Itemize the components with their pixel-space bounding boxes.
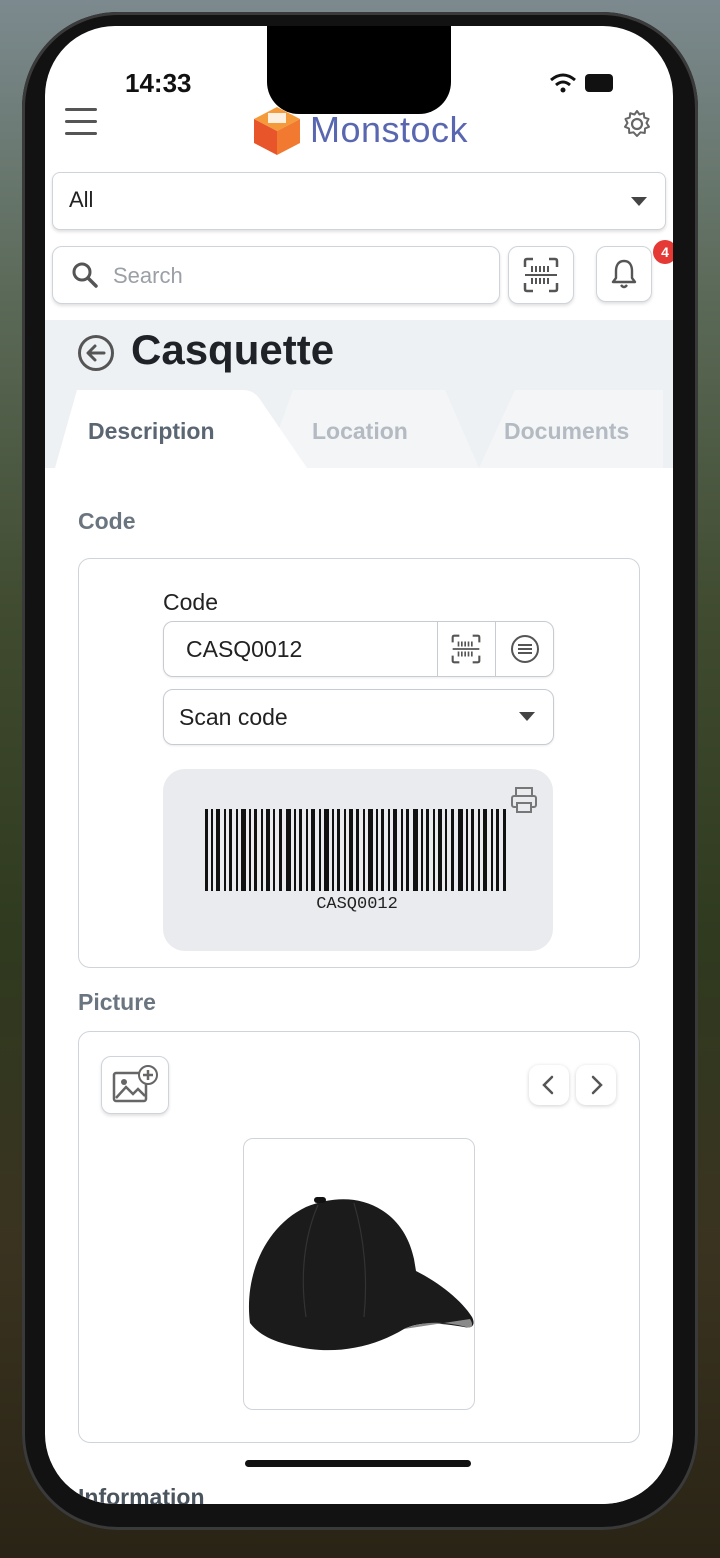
- tab-documents[interactable]: Documents: [485, 390, 663, 468]
- tab-bar: Description Location Documents: [55, 390, 663, 468]
- status-bar: 14:33: [45, 26, 673, 114]
- description-panel: Code Code CASQ0012 Scan code CASQ0012 Pi…: [57, 468, 661, 1504]
- notifications-button[interactable]: [596, 246, 652, 302]
- tab-location[interactable]: Location: [295, 390, 475, 468]
- search-box[interactable]: [52, 246, 500, 304]
- barcode-preview: CASQ0012: [163, 769, 553, 951]
- chevron-left-icon: [542, 1075, 554, 1095]
- page-title: Casquette: [131, 326, 335, 373]
- brand-logo[interactable]: Monstock: [250, 104, 468, 156]
- tab-location-label: Location: [312, 418, 408, 444]
- previous-picture-button[interactable]: [529, 1065, 569, 1105]
- list-circle-icon: [511, 635, 539, 663]
- chevron-down-icon: [631, 197, 647, 206]
- logo-text: Monstock: [310, 109, 469, 150]
- tab-description-label: Description: [88, 418, 215, 444]
- chevron-down-icon: [519, 712, 535, 721]
- picture-section-title: Picture: [78, 989, 156, 1015]
- barcode-image: [205, 809, 506, 891]
- code-input-group: CASQ0012: [163, 621, 554, 677]
- search-input[interactable]: [111, 257, 485, 295]
- cap-image: [248, 1197, 474, 1351]
- settings-gear-icon[interactable]: [621, 108, 653, 140]
- barcode-scan-icon: [523, 257, 559, 293]
- home-indicator: [245, 1460, 471, 1467]
- add-image-icon: [112, 1065, 158, 1103]
- barcode-text: CASQ0012: [316, 895, 398, 914]
- add-picture-button[interactable]: [101, 1056, 169, 1114]
- menu-icon[interactable]: [65, 108, 97, 136]
- code-card: Code CASQ0012 Scan code CASQ0012: [78, 558, 640, 968]
- filter-selected-value: All: [69, 187, 94, 212]
- information-section-title: Information: [78, 1484, 205, 1504]
- app-header: Monstock: [45, 86, 673, 166]
- scan-barcode-button[interactable]: [508, 246, 574, 304]
- print-icon[interactable]: [509, 785, 539, 815]
- barcode-scan-icon: [451, 634, 481, 664]
- code-input[interactable]: CASQ0012: [186, 636, 302, 663]
- scan-mode-value: Scan code: [179, 704, 288, 730]
- product-picture-frame[interactable]: [243, 1138, 475, 1410]
- tab-documents-label: Documents: [504, 418, 630, 444]
- scan-mode-dropdown[interactable]: Scan code: [163, 689, 554, 745]
- notification-count-badge: 4: [653, 240, 673, 264]
- code-section-title: Code: [78, 508, 136, 534]
- next-picture-button[interactable]: [576, 1065, 616, 1105]
- tab-description[interactable]: Description: [55, 390, 295, 468]
- picture-card: [78, 1031, 640, 1443]
- app-screen: 14:33 Monstock All Search 4 Casquette De…: [45, 26, 673, 1504]
- page-title-bar: Casquette Description Location Documents: [45, 320, 673, 468]
- code-list-button[interactable]: [495, 622, 554, 676]
- search-icon: [72, 262, 98, 288]
- bell-icon: [611, 259, 637, 289]
- chevron-right-icon: [591, 1075, 603, 1095]
- back-arrow-icon[interactable]: [77, 334, 115, 372]
- monstock-logo-icon: [254, 107, 300, 155]
- code-field-label: Code: [163, 589, 218, 615]
- scan-code-button[interactable]: [437, 622, 494, 676]
- filter-dropdown[interactable]: All: [52, 172, 666, 230]
